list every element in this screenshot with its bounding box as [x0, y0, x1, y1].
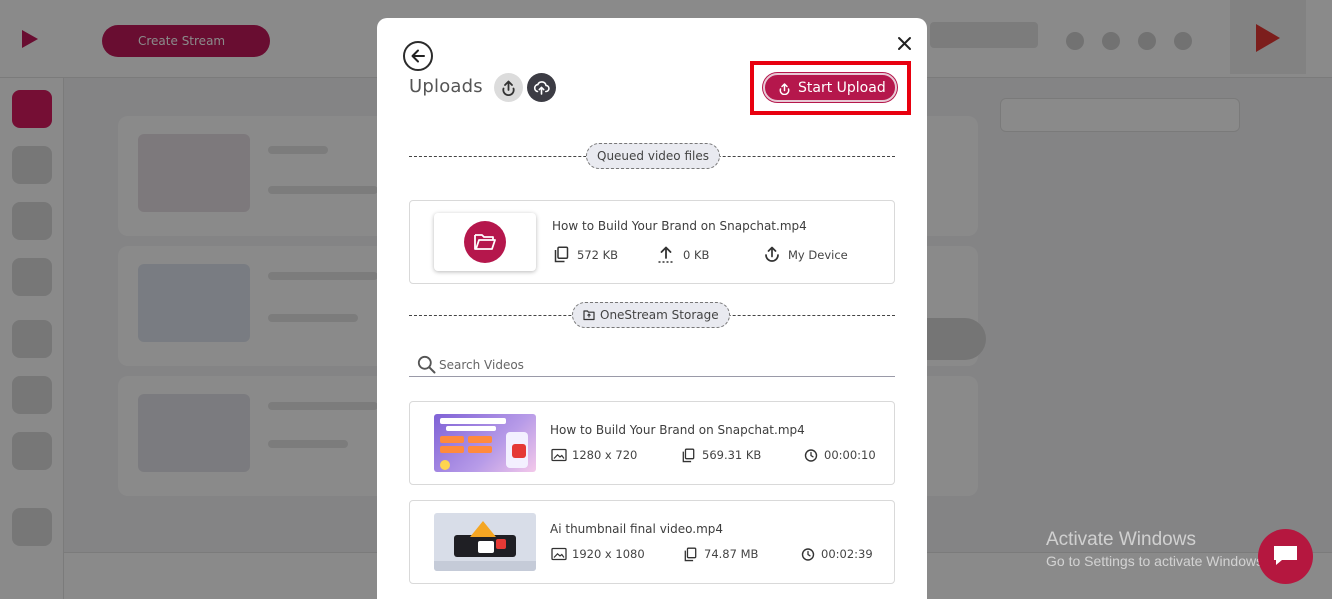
upload-icon [765, 246, 779, 262]
close-icon [898, 37, 911, 50]
uploads-title: Uploads [409, 76, 483, 97]
start-upload-label: Start Upload [798, 80, 886, 96]
back-button[interactable] [403, 41, 433, 71]
storage-video-resolution: 1280 x 720 [572, 448, 638, 462]
storage-video-resolution: 1920 x 1080 [572, 547, 645, 561]
back-arrow-icon [411, 49, 425, 63]
queued-section-label: Queued video files [586, 143, 720, 169]
storage-video-card[interactable]: How to Build Your Brand on Snapchat.mp4 … [409, 401, 895, 485]
copy-icon [554, 246, 569, 263]
image-icon [551, 448, 567, 462]
activate-windows-subtitle: Go to Settings to activate Windows. [1046, 553, 1267, 569]
chat-button[interactable] [1258, 529, 1313, 584]
storage-video-duration: 00:00:10 [824, 448, 876, 462]
timer-icon [801, 548, 815, 561]
cloud-upload-icon [533, 81, 550, 95]
storage-video-card[interactable]: Ai thumbnail final video.mp4 1920 x 1080… [409, 500, 895, 584]
storage-video-name: How to Build Your Brand on Snapchat.mp4 [550, 423, 805, 437]
upload-icon [502, 80, 515, 96]
upload-icon [779, 83, 790, 95]
uploads-modal: Uploads Start Upload Queued video files … [377, 18, 927, 599]
video-thumbnail [434, 513, 536, 571]
storage-section-label: OneStream Storage [572, 302, 730, 328]
upload-from-device-button[interactable] [494, 73, 523, 102]
storage-video-size: 74.87 MB [704, 547, 759, 561]
upload-from-cloud-button[interactable] [527, 73, 556, 102]
queued-file-card: How to Build Your Brand on Snapchat.mp4 … [409, 200, 895, 284]
start-upload-button[interactable]: Start Upload [763, 73, 897, 102]
video-thumbnail [434, 414, 536, 472]
copy-icon [682, 448, 695, 463]
search-underline [409, 376, 895, 377]
timer-icon [804, 449, 818, 462]
activate-windows-title: Activate Windows [1046, 529, 1196, 550]
queued-file-thumbnail [434, 213, 536, 271]
storage-folder-icon [583, 310, 595, 321]
folder-open-icon [474, 234, 496, 250]
storage-video-duration: 00:02:39 [821, 547, 873, 561]
queued-file-size: 572 KB [577, 248, 619, 262]
queued-file-source: My Device [788, 248, 848, 262]
search-icon [417, 355, 436, 374]
image-icon [551, 547, 567, 561]
storage-video-name: Ai thumbnail final video.mp4 [550, 522, 724, 536]
queued-file-uploaded: 0 KB [683, 248, 710, 262]
chat-icon [1274, 546, 1297, 565]
storage-section-text: OneStream Storage [600, 308, 719, 322]
search-videos-input[interactable] [439, 356, 879, 374]
close-button[interactable] [895, 34, 915, 54]
storage-video-size: 569.31 KB [702, 448, 762, 462]
copy-icon [684, 547, 697, 562]
folder-badge [464, 221, 506, 263]
upload-arrow-icon [658, 246, 674, 263]
queued-file-name: How to Build Your Brand on Snapchat.mp4 [552, 219, 807, 233]
